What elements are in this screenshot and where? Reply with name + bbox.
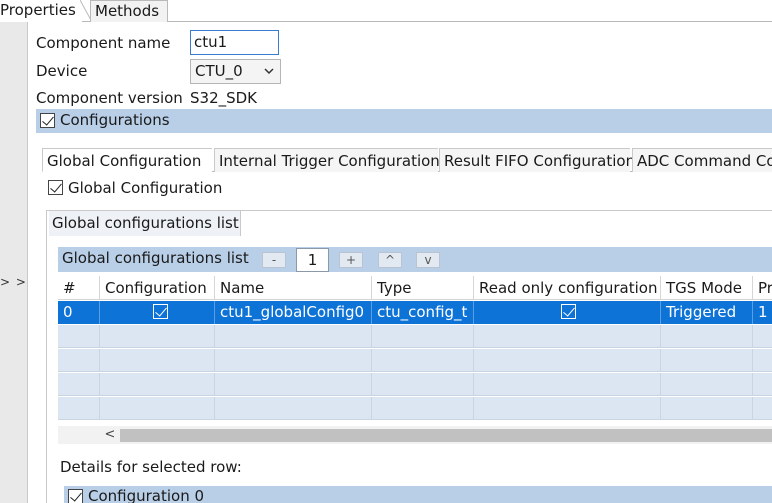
device-select-value: CTU_0: [195, 62, 243, 80]
cell-tgs-mode[interactable]: Triggered: [660, 301, 752, 324]
component-name-label: Component name: [36, 34, 171, 52]
configurations-section: Configurations: [36, 109, 772, 133]
list-header-title: Global configurations list: [62, 249, 249, 267]
configuration-0-checkbox[interactable]: [68, 489, 83, 503]
column-header-tgs-mode[interactable]: TGS Mode: [660, 276, 752, 300]
details-label: Details for selected row:: [60, 458, 242, 476]
component-version-value: S32_SDK: [190, 89, 258, 107]
move-up-button[interactable]: ^: [378, 252, 402, 268]
component-version-label: Component version: [36, 89, 183, 107]
configurations-checkbox[interactable]: [40, 113, 55, 128]
row-read-only-checkbox[interactable]: [561, 304, 576, 319]
cell-type[interactable]: ctu_config_t: [371, 301, 473, 324]
global-configuration-toggle[interactable]: Global Configuration: [48, 179, 222, 197]
configuration-0-section: Configuration 0: [64, 486, 772, 503]
column-header-read-only[interactable]: Read only configuration: [473, 276, 660, 300]
empty-row: [58, 397, 772, 420]
cell-configuration[interactable]: [99, 301, 214, 324]
remove-row-button[interactable]: -: [262, 252, 286, 268]
cell-pr[interactable]: 1: [752, 301, 772, 324]
empty-row: [58, 325, 772, 348]
tab-result-fifo-configuration[interactable]: Result FIFO Configuration: [439, 148, 635, 172]
component-name-input[interactable]: ctu1: [190, 30, 279, 55]
column-header-pr[interactable]: Pr: [752, 276, 772, 300]
empty-row: [58, 373, 772, 396]
chevron-down-icon: [264, 68, 274, 75]
tab-methods[interactable]: Methods: [90, 0, 168, 22]
tab-adc-command[interactable]: ADC Command Co: [632, 148, 772, 172]
configurations-label: Configurations: [60, 111, 170, 129]
scrollbar-thumb[interactable]: [120, 429, 772, 442]
expand-panel-button[interactable]: > >: [0, 274, 27, 290]
left-gutter: > >: [0, 22, 28, 503]
configuration-0-label: Configuration 0: [88, 487, 205, 503]
device-label: Device: [36, 62, 88, 80]
column-header-configuration[interactable]: Configuration: [99, 276, 214, 300]
table-header-row: # Configuration Name Type Read only conf…: [58, 276, 772, 300]
top-tab-bar: Properties Methods: [0, 0, 772, 22]
tab-internal-trigger-configuration[interactable]: Internal Trigger Configuration: [214, 148, 440, 172]
global-configurations-list-header: Global configurations list - 1 + ^ v: [58, 247, 772, 272]
column-header-index[interactable]: #: [58, 276, 99, 300]
inner-tab-bar: Global Configuration Internal Trigger Co…: [42, 148, 772, 172]
move-down-button[interactable]: v: [416, 252, 440, 268]
row-count-input[interactable]: 1: [296, 248, 329, 272]
tab-properties[interactable]: Properties: [0, 0, 82, 22]
global-configurations-group-tab[interactable]: Global configurations list: [49, 211, 241, 236]
global-configuration-checkbox[interactable]: [48, 180, 63, 195]
device-select[interactable]: CTU_0: [190, 59, 281, 84]
add-row-button[interactable]: +: [339, 252, 363, 268]
global-configuration-label: Global Configuration: [68, 179, 223, 197]
cell-name[interactable]: ctu1_globalConfig0: [214, 301, 371, 324]
column-header-type[interactable]: Type: [371, 276, 473, 300]
cell-index: 0: [63, 303, 73, 321]
tab-global-configuration[interactable]: Global Configuration: [42, 148, 212, 172]
row-configuration-checkbox[interactable]: [153, 304, 168, 319]
table-row[interactable]: 0 ctu1_globalConfig0 ctu_config_t Trigge…: [58, 301, 772, 324]
cell-read-only[interactable]: [473, 301, 660, 324]
empty-row: [58, 349, 772, 372]
horizontal-scrollbar[interactable]: <: [58, 426, 772, 444]
scroll-left-icon[interactable]: <: [102, 426, 118, 444]
properties-panel: Component name ctu1 Device CTU_0 Compone…: [28, 22, 772, 503]
column-header-name[interactable]: Name: [214, 276, 371, 300]
